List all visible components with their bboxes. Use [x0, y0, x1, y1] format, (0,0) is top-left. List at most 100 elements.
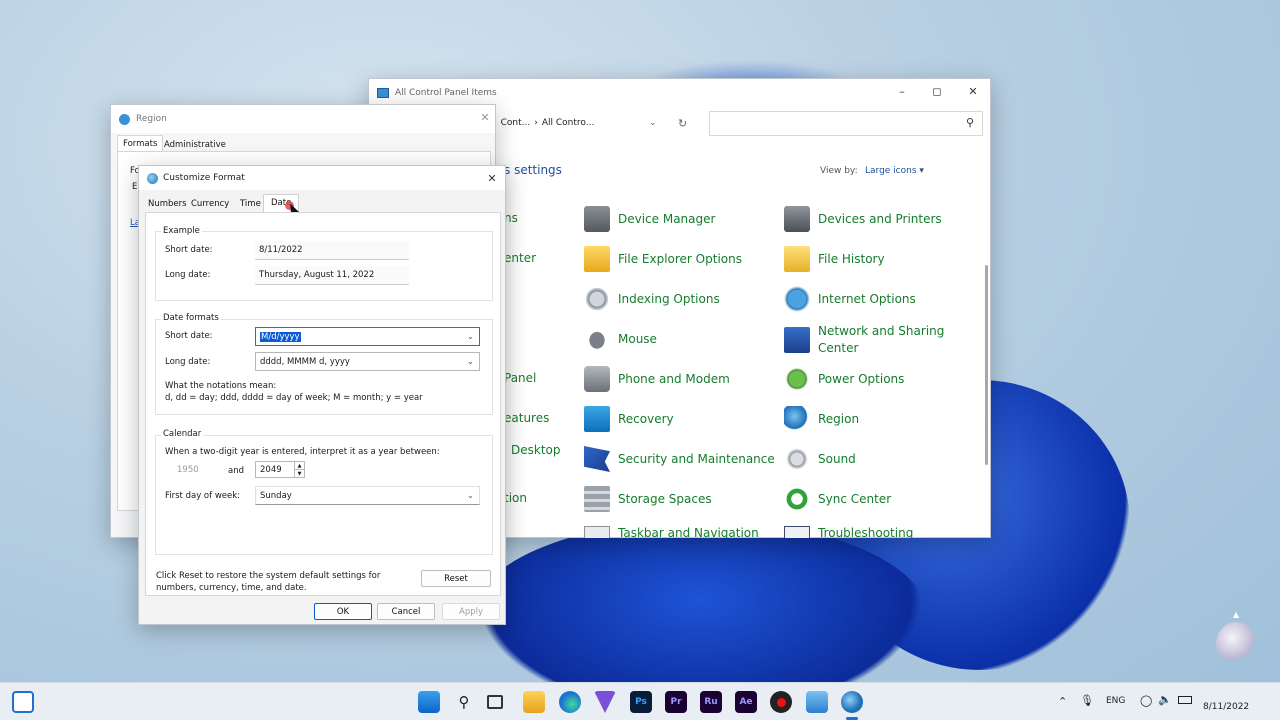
file-history-icon: [784, 246, 810, 272]
example-short-date-label: Short date:: [165, 245, 213, 255]
network-globe-icon[interactable]: ◯: [1140, 694, 1152, 707]
cp-item-file-explorer-options[interactable]: File Explorer Options: [584, 246, 742, 272]
customize-format-dialog: Customize Format ✕ Numbers Currency Time…: [138, 165, 506, 625]
control-panel-taskbar-icon[interactable]: [806, 691, 828, 713]
region-globe-icon: [119, 113, 130, 125]
sync-icon: [784, 486, 810, 512]
cp-item-storage-spaces[interactable]: Storage Spaces: [584, 486, 712, 512]
breadcrumb-item[interactable]: Cont...: [501, 118, 531, 128]
internet-options-icon: [784, 286, 810, 312]
clock-date[interactable]: 8/11/2022: [1203, 702, 1249, 712]
volume-icon[interactable]: 🔈: [1158, 693, 1172, 706]
two-digit-year-text: When a two-digit year is entered, interp…: [165, 447, 440, 457]
cp-item-troubleshooting[interactable]: Troubleshooting: [784, 526, 913, 538]
premiere-rush-icon[interactable]: Ru: [700, 691, 722, 713]
close-button[interactable]: ✕: [467, 105, 503, 129]
cp-item-label: Taskbar and Navigation: [618, 526, 759, 538]
spinner-down-icon[interactable]: ▼: [294, 469, 304, 477]
view-by-label: View by:: [820, 166, 858, 176]
cp-fragment[interactable]: tion: [504, 491, 527, 505]
long-date-label: Long date:: [165, 357, 211, 367]
tab-formats[interactable]: Formats: [117, 135, 164, 152]
desktop-widget-icon[interactable]: [1216, 622, 1256, 666]
cp-item-region[interactable]: Region: [784, 406, 859, 432]
cp-item-label: Internet Options: [818, 292, 916, 306]
network-icon: [784, 327, 810, 353]
edge-browser-icon[interactable]: [559, 691, 581, 713]
tab-time[interactable]: Time: [237, 196, 264, 212]
chevron-down-icon[interactable]: ⌄: [467, 357, 474, 367]
maximize-button[interactable]: ◻: [919, 79, 955, 103]
cp-item-sync-center[interactable]: Sync Center: [784, 486, 891, 512]
cp-item-phone-and-modem[interactable]: Phone and Modem: [584, 366, 730, 392]
cp-item-mouse[interactable]: Mouse: [584, 326, 657, 352]
region-taskbar-icon[interactable]: [841, 691, 863, 713]
cp-item-file-history[interactable]: File History: [784, 246, 885, 272]
breadcrumb-item[interactable]: All Contro...: [542, 118, 594, 128]
reset-button[interactable]: Reset: [421, 570, 491, 587]
cp-item-sound[interactable]: Sound: [784, 446, 856, 472]
microphone-icon[interactable]: 🎙: [1080, 694, 1094, 707]
cp-item-label: Devices and Printers: [818, 212, 942, 226]
cp-item-indexing-options[interactable]: Indexing Options: [584, 286, 720, 312]
short-date-format-combo[interactable]: M/d/yyyy ⌄: [255, 327, 480, 346]
photoshop-icon[interactable]: Ps: [630, 691, 652, 713]
after-effects-icon[interactable]: Ae: [735, 691, 757, 713]
app-label: Pr: [670, 697, 682, 707]
close-button[interactable]: ✕: [477, 166, 507, 190]
tab-strip: Numbers Currency Time Date: [145, 194, 505, 212]
battery-icon[interactable]: [1178, 696, 1192, 704]
long-date-format-combo[interactable]: dddd, MMMM d, yyyy ⌄: [255, 352, 480, 371]
scrollbar[interactable]: [985, 265, 988, 465]
chevron-down-icon[interactable]: ⌄: [649, 118, 657, 128]
cp-item-taskbar-and-navigation[interactable]: Taskbar and Navigation: [584, 526, 759, 538]
cp-fragment[interactable]: eatures: [504, 411, 549, 425]
ok-button[interactable]: OK: [314, 603, 372, 620]
reset-description: Click Reset to restore the system defaul…: [156, 571, 381, 593]
minimize-button[interactable]: –: [884, 79, 920, 103]
vpn-app-icon[interactable]: [594, 691, 616, 713]
cp-item-recovery[interactable]: Recovery: [584, 406, 674, 432]
chevron-down-icon[interactable]: ⌄: [467, 332, 474, 342]
cp-item-device-manager[interactable]: Device Manager: [584, 206, 715, 232]
cp-item-network-and-sharing-center[interactable]: Network and Sharing Center: [784, 323, 948, 357]
tab-numbers[interactable]: Numbers: [145, 196, 190, 212]
task-view-icon[interactable]: [487, 695, 503, 709]
cp-item-label: Mouse: [618, 332, 657, 346]
start-windows-icon[interactable]: [418, 691, 440, 713]
cp-item-internet-options[interactable]: Internet Options: [784, 286, 916, 312]
mouse-icon: [584, 326, 610, 352]
year-to-spinner[interactable]: 2049 ▲ ▼: [255, 461, 305, 478]
customize-titlebar: Customize Format: [139, 166, 505, 190]
language-indicator[interactable]: ENG: [1106, 696, 1125, 706]
window-title: All Control Panel Items: [395, 88, 497, 98]
cp-fragment[interactable]: Panel: [504, 371, 536, 385]
cp-fragment[interactable]: ns: [504, 211, 518, 225]
cancel-button[interactable]: Cancel: [377, 603, 435, 620]
cp-fragment[interactable]: enter: [504, 251, 536, 265]
chevron-right-icon: ›: [534, 118, 538, 128]
widgets-icon[interactable]: [12, 691, 34, 713]
premiere-icon[interactable]: Pr: [665, 691, 687, 713]
refresh-icon[interactable]: ↻: [678, 117, 687, 130]
view-by-dropdown[interactable]: Large icons ▾: [865, 166, 924, 176]
cp-item-security-and-maintenance[interactable]: Security and Maintenance: [584, 446, 775, 472]
value-text: Thursday, August 11, 2022: [259, 270, 375, 280]
example-short-date-value: 8/11/2022: [255, 241, 409, 260]
tab-currency[interactable]: Currency: [188, 196, 232, 212]
apply-button[interactable]: Apply: [442, 603, 500, 620]
screen-recorder-icon[interactable]: [770, 691, 792, 713]
search-icon[interactable]: ⚲: [453, 691, 475, 713]
cp-item-devices-and-printers[interactable]: Devices and Printers: [784, 206, 942, 232]
file-explorer-icon[interactable]: [523, 691, 545, 713]
address-bar[interactable]: › Cont... › All Contro... ⌄ ↻: [489, 111, 699, 135]
first-day-combo[interactable]: Sunday ⌄: [255, 486, 480, 505]
search-input[interactable]: ⚲: [709, 111, 983, 136]
chevron-up-icon[interactable]: ▲: [1233, 610, 1239, 619]
chevron-down-icon[interactable]: ⌄: [467, 491, 474, 501]
chevron-up-icon[interactable]: ⌃: [1058, 695, 1067, 708]
cp-fragment[interactable]: Desktop: [511, 443, 561, 457]
close-button[interactable]: ✕: [955, 79, 991, 103]
notation-text: d, dd = day; ddd, dddd = day of week; M …: [165, 393, 423, 403]
cp-item-power-options[interactable]: Power Options: [784, 366, 904, 392]
